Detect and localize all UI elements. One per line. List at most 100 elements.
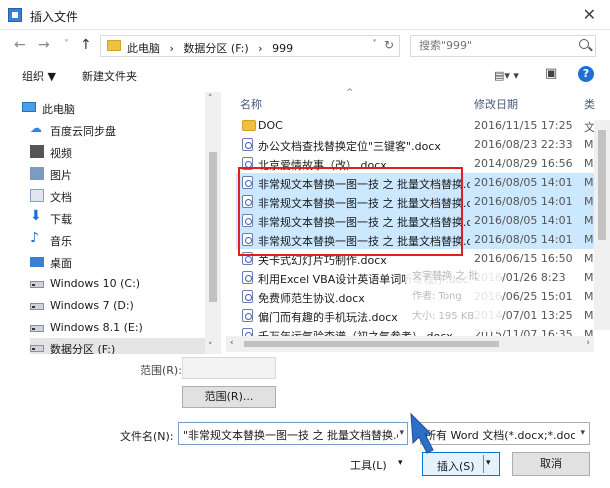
scroll-down-icon[interactable]: ˅ xyxy=(208,342,213,352)
back-arrow-icon[interactable]: ← xyxy=(14,37,26,53)
drive-icon xyxy=(30,303,44,310)
file-type: M xyxy=(584,271,594,284)
file-name: DOC xyxy=(258,119,283,132)
up-arrow-icon[interactable]: ↑ xyxy=(80,37,92,53)
file-type: M xyxy=(584,252,594,265)
toolbar: 组织 ▼ 新建文件夹 ▤▾ ▾ ▣ ? xyxy=(0,62,610,88)
sidebar-item-baidu-cloud[interactable]: ☁ 百度云同步盘 xyxy=(30,120,205,140)
horizontal-scrollbar[interactable]: ‹ › xyxy=(226,336,594,352)
file-type: M xyxy=(584,138,594,151)
tooltip-line: 大小: 195 KB xyxy=(412,311,475,322)
sidebar-item-this-pc[interactable]: 此电脑 xyxy=(22,98,197,118)
file-type: M xyxy=(584,309,594,322)
scrollbar-thumb[interactable] xyxy=(209,152,217,302)
file-date: 2016/08/05 14:01 xyxy=(474,214,573,227)
button-divider xyxy=(483,455,484,473)
close-icon[interactable]: ✕ xyxy=(583,5,596,24)
sidebar-item-label: 下载 xyxy=(50,213,72,226)
column-header-type[interactable]: 类 xyxy=(584,96,595,112)
breadcrumb-separator[interactable]: › xyxy=(258,42,262,55)
sidebar-item-documents[interactable]: 文档 xyxy=(30,186,205,206)
sidebar-item-drive-e[interactable]: Windows 8.1 (E:) xyxy=(30,318,205,338)
recent-locations-icon[interactable]: ˅ xyxy=(64,39,69,50)
sidebar-item-label: 视频 xyxy=(50,147,72,160)
filename-field[interactable]: "非常规文本替换一图一技 之 批量文档替换.docx" ▾ xyxy=(178,422,408,445)
breadcrumb-separator[interactable]: › xyxy=(170,42,174,55)
column-header-name[interactable]: 名称 xyxy=(240,96,262,112)
view-options-icon[interactable]: ▤▾ ▾ xyxy=(494,69,519,82)
selection-highlight-box xyxy=(238,167,463,256)
breadcrumb-item[interactable]: 数据分区 (F:) xyxy=(183,42,248,55)
title-bar: 插入文件 ✕ xyxy=(0,0,610,30)
range-button[interactable]: 范围(R)... xyxy=(182,386,276,408)
breadcrumb-item[interactable]: 此电脑 xyxy=(127,42,160,55)
search-box[interactable] xyxy=(410,35,596,57)
file-type-select[interactable]: 所有 Word 文档(*.docx;*.docm ▾ xyxy=(420,422,590,445)
forward-arrow-icon[interactable]: → xyxy=(38,37,50,53)
sidebar-item-videos[interactable]: 视频 xyxy=(30,142,205,162)
file-type: M xyxy=(584,176,594,189)
scroll-up-icon[interactable]: ˄ xyxy=(208,94,213,104)
word-document-icon xyxy=(242,290,253,303)
chevron-down-icon[interactable]: ▾ xyxy=(580,428,585,438)
sidebar-item-drive-c[interactable]: Windows 10 (C:) xyxy=(30,274,205,294)
filename-value: "非常规文本替换一图一技 之 批量文档替换.docx" xyxy=(183,429,398,442)
file-date: 2014/08/29 16:56 xyxy=(474,157,573,170)
sidebar-item-pictures[interactable]: 图片 xyxy=(30,164,205,184)
sidebar-item-label: 文档 xyxy=(50,191,72,204)
chevron-down-icon[interactable]: ▾ xyxy=(399,428,404,438)
tools-button[interactable]: 工具(L) ▾ xyxy=(336,452,416,476)
filename-label: 文件名(N): xyxy=(120,430,174,443)
address-dropdown-icon[interactable]: ˅ xyxy=(372,39,377,50)
sidebar-item-label: 数据分区 (F:) xyxy=(50,343,116,354)
new-folder-button[interactable]: 新建文件夹 xyxy=(82,68,137,84)
scroll-left-icon[interactable]: ‹ xyxy=(230,338,234,348)
sidebar-item-label: 图片 xyxy=(50,169,72,182)
download-icon: ⬇ xyxy=(30,208,42,224)
file-type: M xyxy=(584,157,594,170)
cloud-icon: ☁ xyxy=(30,121,42,135)
preview-pane-icon[interactable]: ▣ xyxy=(545,66,557,81)
search-input[interactable] xyxy=(419,39,569,52)
window-title: 插入文件 xyxy=(30,10,79,24)
scrollbar-thumb[interactable] xyxy=(598,130,606,240)
word-document-icon xyxy=(242,271,253,284)
chevron-down-icon[interactable]: ▾ xyxy=(398,458,403,468)
sidebar-item-label: Windows 7 (D:) xyxy=(50,299,134,312)
file-type: M xyxy=(584,290,594,303)
refresh-icon[interactable]: ↻ xyxy=(384,38,394,52)
sidebar-item-downloads[interactable]: ⬇ 下载 xyxy=(30,208,205,228)
navigation-scrollbar[interactable]: ˄ ˅ xyxy=(205,92,221,354)
document-icon xyxy=(30,189,44,202)
sidebar-item-music[interactable]: ♪ 音乐 xyxy=(30,230,205,250)
table-row[interactable]: 办公文档查找替换定位"三键客".docx 2016/08/23 22:33 M xyxy=(236,135,598,154)
table-row[interactable]: DOC 2016/11/15 17:25 文 xyxy=(236,116,598,135)
address-bar[interactable]: 此电脑 › 数据分区 (F:) › 999 ˅ ↻ xyxy=(100,35,400,57)
word-document-icon xyxy=(242,138,253,151)
column-header-date[interactable]: 修改日期 xyxy=(474,96,518,112)
folder-icon xyxy=(107,40,121,51)
drive-icon xyxy=(30,325,44,332)
file-type: M xyxy=(584,195,594,208)
file-tooltip: 文字替换 之 批 作者: Tong 大小: 195 KB xyxy=(406,262,501,332)
file-type-value: 所有 Word 文档(*.docx;*.docm xyxy=(425,429,575,442)
file-list-scrollbar[interactable] xyxy=(594,120,610,330)
drive-icon xyxy=(30,281,44,288)
sidebar-item-label: 此电脑 xyxy=(42,103,75,116)
sidebar-item-drive-d[interactable]: Windows 7 (D:) xyxy=(30,296,205,316)
scrollbar-thumb[interactable] xyxy=(244,341,499,347)
file-date: 2016/08/23 22:33 xyxy=(474,138,573,151)
breadcrumb-item[interactable]: 999 xyxy=(272,42,293,55)
search-icon[interactable] xyxy=(579,39,589,49)
help-icon[interactable]: ? xyxy=(578,66,594,82)
chevron-down-icon[interactable]: ▾ xyxy=(486,458,491,468)
cancel-button[interactable]: 取消 xyxy=(512,452,590,476)
file-date: 2016/08/05 14:01 xyxy=(474,233,573,246)
sidebar-item-drive-f[interactable]: 数据分区 (F:) xyxy=(30,338,205,354)
scroll-right-icon[interactable]: › xyxy=(586,338,590,348)
app-icon xyxy=(8,8,22,22)
sidebar-item-desktop[interactable]: 桌面 xyxy=(30,252,205,272)
word-document-icon xyxy=(242,309,253,322)
organize-menu[interactable]: 组织 ▼ xyxy=(22,68,56,84)
address-row: ← → ˅ ↑ 此电脑 › 数据分区 (F:) › 999 ˅ ↻ xyxy=(0,31,610,61)
